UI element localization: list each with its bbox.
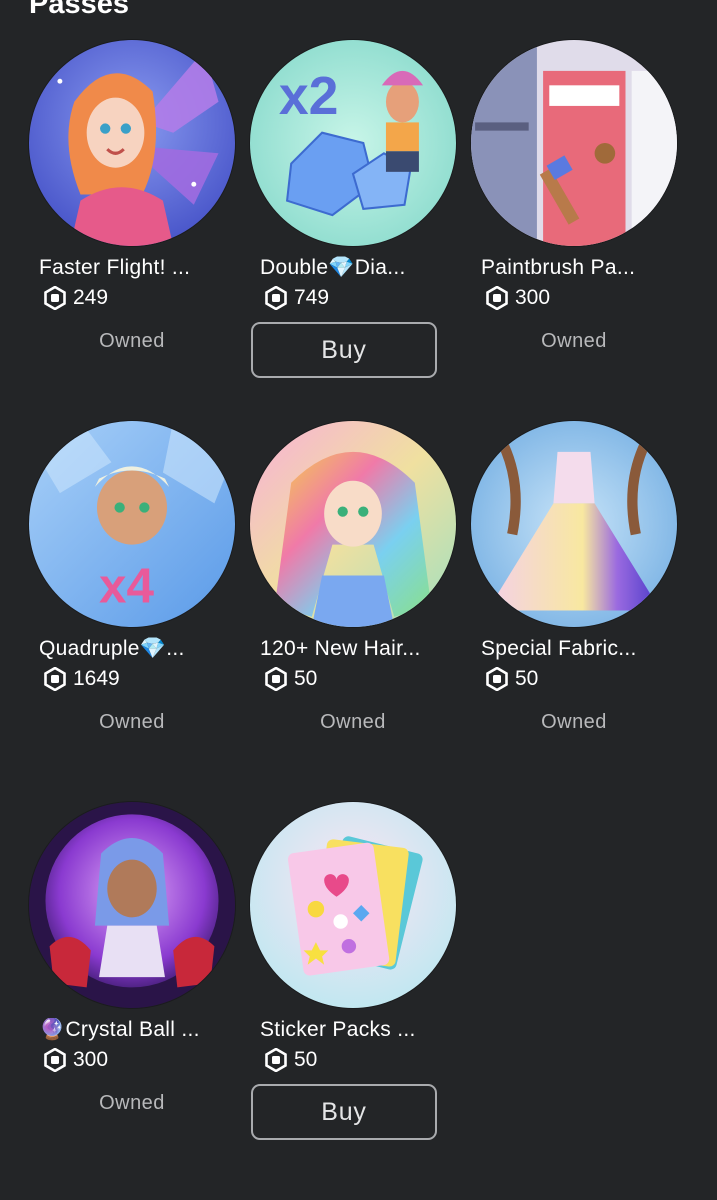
pass-card-crystal-ball[interactable]: 🔮Crystal Ball ... 300 Owned <box>29 802 237 1183</box>
robux-icon <box>265 1048 287 1072</box>
pass-price-value: 50 <box>294 1048 318 1071</box>
owned-status: Owned <box>541 711 607 733</box>
buy-button[interactable]: Buy <box>251 1084 437 1140</box>
pass-price-value: 300 <box>515 286 551 309</box>
robux-icon <box>265 667 287 691</box>
pass-thumbnail-double[interactable]: x2 <box>250 40 456 246</box>
pass-price-value: 300 <box>73 1048 109 1071</box>
pass-price: 50 <box>250 1048 458 1072</box>
pass-price-value: 249 <box>73 286 109 309</box>
pass-thumbnail-fairy[interactable] <box>29 40 235 246</box>
pass-card-double-diamonds[interactable]: x2 Double💎Dia... 749 Buy <box>250 40 458 421</box>
pass-price: 50 <box>471 667 679 691</box>
diamonds-x2-image: x2 <box>250 40 456 246</box>
pass-name: Double💎Dia... <box>260 256 406 279</box>
pass-thumbnail-fabric[interactable] <box>471 421 677 627</box>
pass-price: 749 <box>250 286 458 310</box>
pass-name: Special Fabric... <box>481 637 637 660</box>
owned-status: Owned <box>99 711 165 733</box>
galaxy-dress-image <box>471 421 677 627</box>
pass-price: 249 <box>29 286 237 310</box>
sticker-sheets-image <box>250 802 456 1008</box>
passes-page: Passes Faster Flight! ... 249 Owned x2 D… <box>0 0 717 1200</box>
pass-card-special-fabric[interactable]: Special Fabric... 50 Owned <box>471 421 679 802</box>
owned-status: Owned <box>320 711 386 733</box>
pass-thumbnail-crystal-ball[interactable] <box>29 802 235 1008</box>
fairy-wings-image <box>29 40 235 246</box>
pass-price-value: 50 <box>515 667 539 690</box>
pass-name: Faster Flight! ... <box>39 256 191 279</box>
pass-thumbnail-paintbrush[interactable] <box>471 40 677 246</box>
pass-card-faster-flight[interactable]: Faster Flight! ... 249 Owned <box>29 40 237 421</box>
robux-icon <box>265 286 287 310</box>
robux-icon <box>486 286 508 310</box>
pass-price-value: 50 <box>294 667 318 690</box>
robux-icon <box>44 286 66 310</box>
pass-price: 1649 <box>29 667 237 691</box>
pass-price-value: 1649 <box>73 667 120 690</box>
pass-price-value: 749 <box>294 286 330 309</box>
pass-thumbnail-stickers[interactable] <box>250 802 456 1008</box>
pass-card-new-hair[interactable]: 120+ New Hair... 50 Owned <box>250 421 458 802</box>
owned-status: Owned <box>99 1092 165 1114</box>
robux-icon <box>44 667 66 691</box>
paintbrush-locker-image <box>471 40 677 246</box>
pass-price: 50 <box>250 667 458 691</box>
pass-price: 300 <box>471 286 679 310</box>
pass-name: 120+ New Hair... <box>260 637 421 660</box>
robux-icon <box>44 1048 66 1072</box>
svg-text:x2: x2 <box>279 67 339 126</box>
pass-name: Quadruple💎... <box>39 637 185 660</box>
pass-price: 300 <box>29 1048 237 1072</box>
pass-name: Sticker Packs ... <box>260 1018 416 1041</box>
pass-name: Paintbrush Pa... <box>481 256 636 279</box>
robux-icon <box>486 667 508 691</box>
passes-grid: Faster Flight! ... 249 Owned x2 Double💎D… <box>29 40 689 1183</box>
pass-name: 🔮Crystal Ball ... <box>39 1018 200 1041</box>
diamonds-x4-image: x4 <box>29 421 235 627</box>
pass-thumbnail-hair[interactable] <box>250 421 456 627</box>
owned-status: Owned <box>99 330 165 352</box>
buy-button[interactable]: Buy <box>251 322 437 378</box>
pass-thumbnail-quadruple[interactable]: x4 <box>29 421 235 627</box>
owned-status: Owned <box>541 330 607 352</box>
pass-card-paintbrush[interactable]: Paintbrush Pa... 300 Owned <box>471 40 679 421</box>
pass-card-sticker-packs[interactable]: Sticker Packs ... 50 Buy <box>250 802 458 1183</box>
crystal-ball-image <box>29 802 235 1008</box>
section-title: Passes <box>29 0 129 20</box>
pass-card-quadruple-diamonds[interactable]: x4 Quadruple💎... 1649 Owned <box>29 421 237 802</box>
svg-text:x4: x4 <box>99 558 154 613</box>
rainbow-hair-image <box>250 421 456 627</box>
